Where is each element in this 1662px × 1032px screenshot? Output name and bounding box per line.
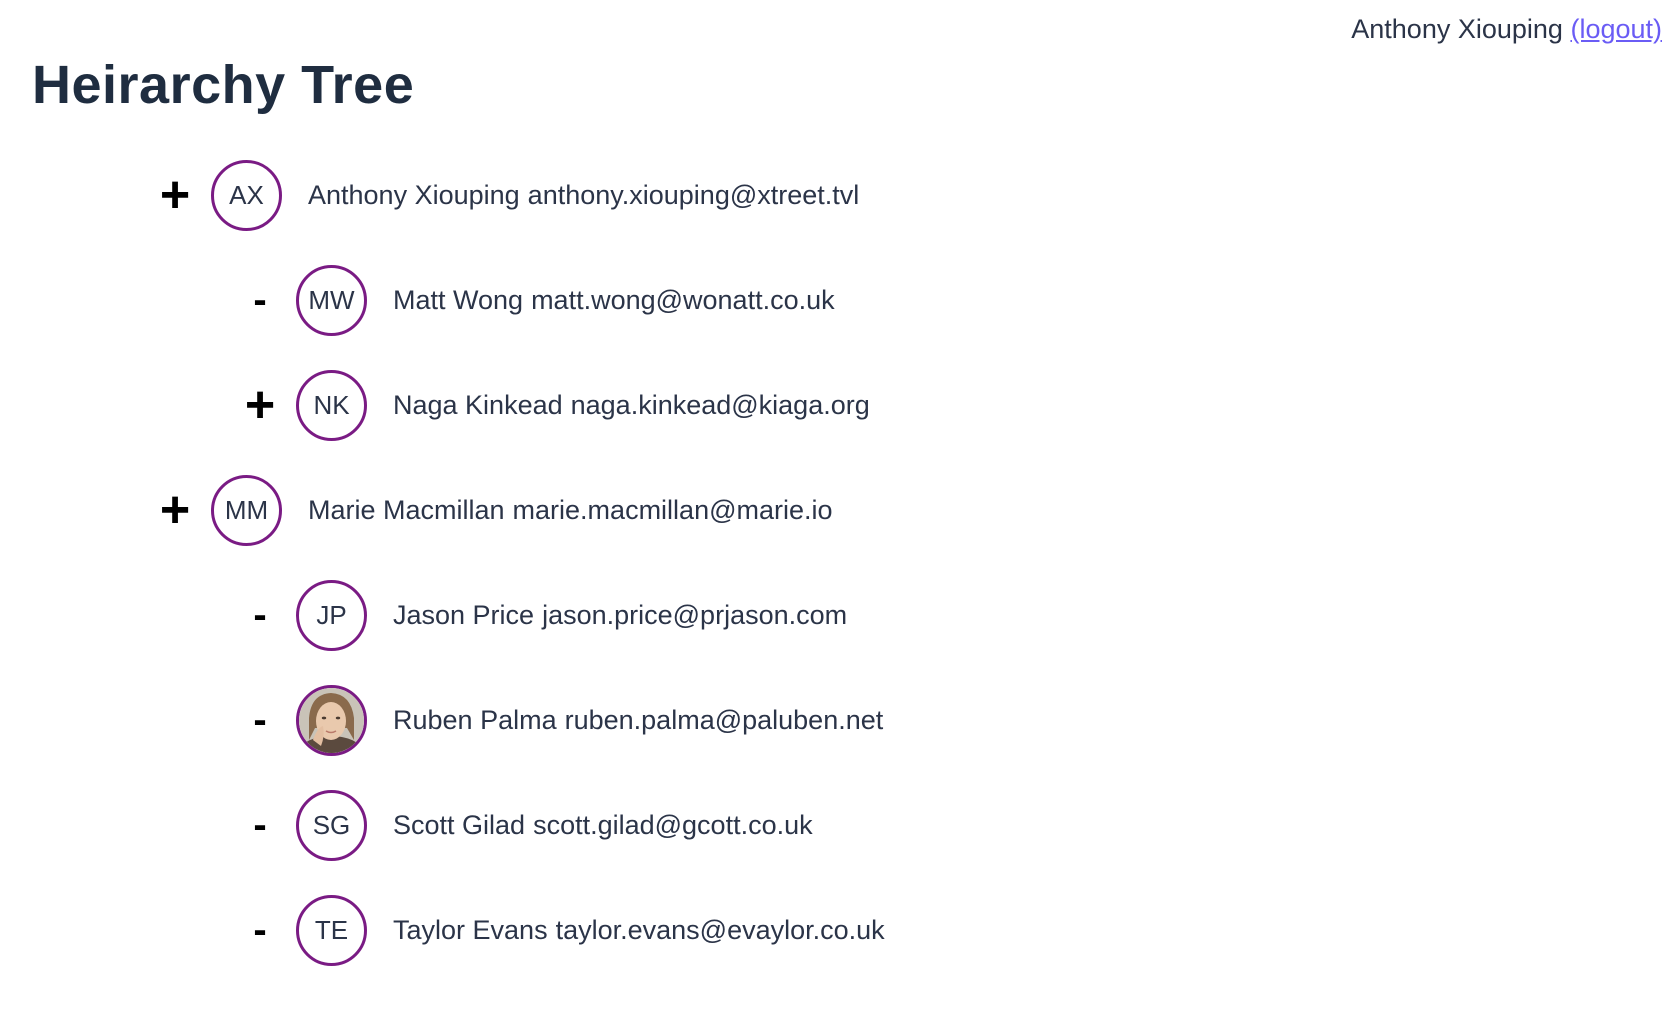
person-email: scott.gilad@gcott.co.uk bbox=[533, 809, 813, 840]
avatar-initials: MW bbox=[308, 284, 355, 315]
tree-node-naga-kinkead: + NK Naga Kinkead naga.kinkead@kiaga.org bbox=[238, 367, 870, 443]
expand-toggle[interactable]: + bbox=[238, 379, 282, 431]
avatar-initials: TE bbox=[314, 914, 349, 945]
collapse-toggle[interactable]: - bbox=[238, 908, 282, 952]
tree-node-anthony-xiouping: + AX Anthony Xiouping anthony.xiouping@xt… bbox=[153, 157, 859, 233]
person-name: Naga Kinkead bbox=[393, 389, 563, 420]
profile-photo-icon bbox=[299, 687, 364, 753]
tree-node-matt-wong: - MW Matt Wong matt.wong@wonatt.co.uk bbox=[238, 262, 835, 338]
tree-node-taylor-evans: - TE Taylor Evans taylor.evans@evaylor.co… bbox=[238, 892, 885, 968]
person-email: marie.macmillan@marie.io bbox=[512, 494, 833, 525]
person-info: Matt Wong matt.wong@wonatt.co.uk bbox=[393, 285, 835, 316]
person-info: Ruben Palma ruben.palma@paluben.net bbox=[393, 705, 883, 736]
avatar: MM bbox=[211, 474, 282, 546]
person-email: naga.kinkead@kiaga.org bbox=[570, 389, 870, 420]
avatar-initials: AX bbox=[229, 179, 264, 210]
avatar: TE bbox=[296, 894, 367, 966]
person-email: ruben.palma@paluben.net bbox=[564, 704, 884, 735]
tree-node-marie-macmillan: + MM Marie Macmillan marie.macmillan@mari… bbox=[153, 472, 833, 548]
person-name: Ruben Palma bbox=[393, 704, 557, 735]
tree-node-ruben-palma: - Ruben Palma ruben.palma@paluben.net bbox=[238, 682, 883, 758]
avatar-initials: MM bbox=[224, 494, 269, 525]
avatar: AX bbox=[211, 159, 282, 231]
person-email: taylor.evans@evaylor.co.uk bbox=[555, 914, 885, 945]
collapse-toggle[interactable]: - bbox=[238, 803, 282, 847]
person-name: Marie Macmillan bbox=[308, 494, 505, 525]
tree-node-jason-price: - JP Jason Price jason.price@prjason.com bbox=[238, 577, 847, 653]
collapse-toggle[interactable]: - bbox=[238, 698, 282, 742]
person-info: Jason Price jason.price@prjason.com bbox=[393, 600, 847, 631]
person-name: Scott Gilad bbox=[393, 809, 526, 840]
avatar-initials: JP bbox=[316, 599, 347, 630]
avatar-initials: NK bbox=[313, 389, 350, 420]
person-info: Anthony Xiouping anthony.xiouping@xtreet.… bbox=[308, 180, 859, 211]
expand-toggle[interactable]: + bbox=[153, 169, 197, 221]
avatar: MW bbox=[296, 264, 367, 336]
person-info: Naga Kinkead naga.kinkead@kiaga.org bbox=[393, 390, 870, 421]
avatar-initials: SG bbox=[312, 809, 351, 840]
avatar: JP bbox=[296, 579, 367, 651]
tree-node-scott-gilad: - SG Scott Gilad scott.gilad@gcott.co.uk bbox=[238, 787, 813, 863]
person-info: Scott Gilad scott.gilad@gcott.co.uk bbox=[393, 810, 813, 841]
hierarchy-tree: + AX Anthony Xiouping anthony.xiouping@xt… bbox=[0, 0, 1662, 1032]
person-name: Anthony Xiouping bbox=[308, 179, 520, 210]
person-info: Taylor Evans taylor.evans@evaylor.co.uk bbox=[393, 915, 885, 946]
person-name: Matt Wong bbox=[393, 284, 524, 315]
person-email: jason.price@prjason.com bbox=[542, 599, 848, 630]
avatar-photo bbox=[296, 684, 367, 756]
avatar: SG bbox=[296, 789, 367, 861]
person-info: Marie Macmillan marie.macmillan@marie.io bbox=[308, 495, 833, 526]
avatar: NK bbox=[296, 369, 367, 441]
person-name: Jason Price bbox=[393, 599, 535, 630]
person-name: Taylor Evans bbox=[393, 914, 548, 945]
person-email: anthony.xiouping@xtreet.tvl bbox=[527, 179, 860, 210]
expand-toggle[interactable]: + bbox=[153, 484, 197, 536]
collapse-toggle[interactable]: - bbox=[238, 593, 282, 637]
person-email: matt.wong@wonatt.co.uk bbox=[531, 284, 835, 315]
collapse-toggle[interactable]: - bbox=[238, 278, 282, 322]
